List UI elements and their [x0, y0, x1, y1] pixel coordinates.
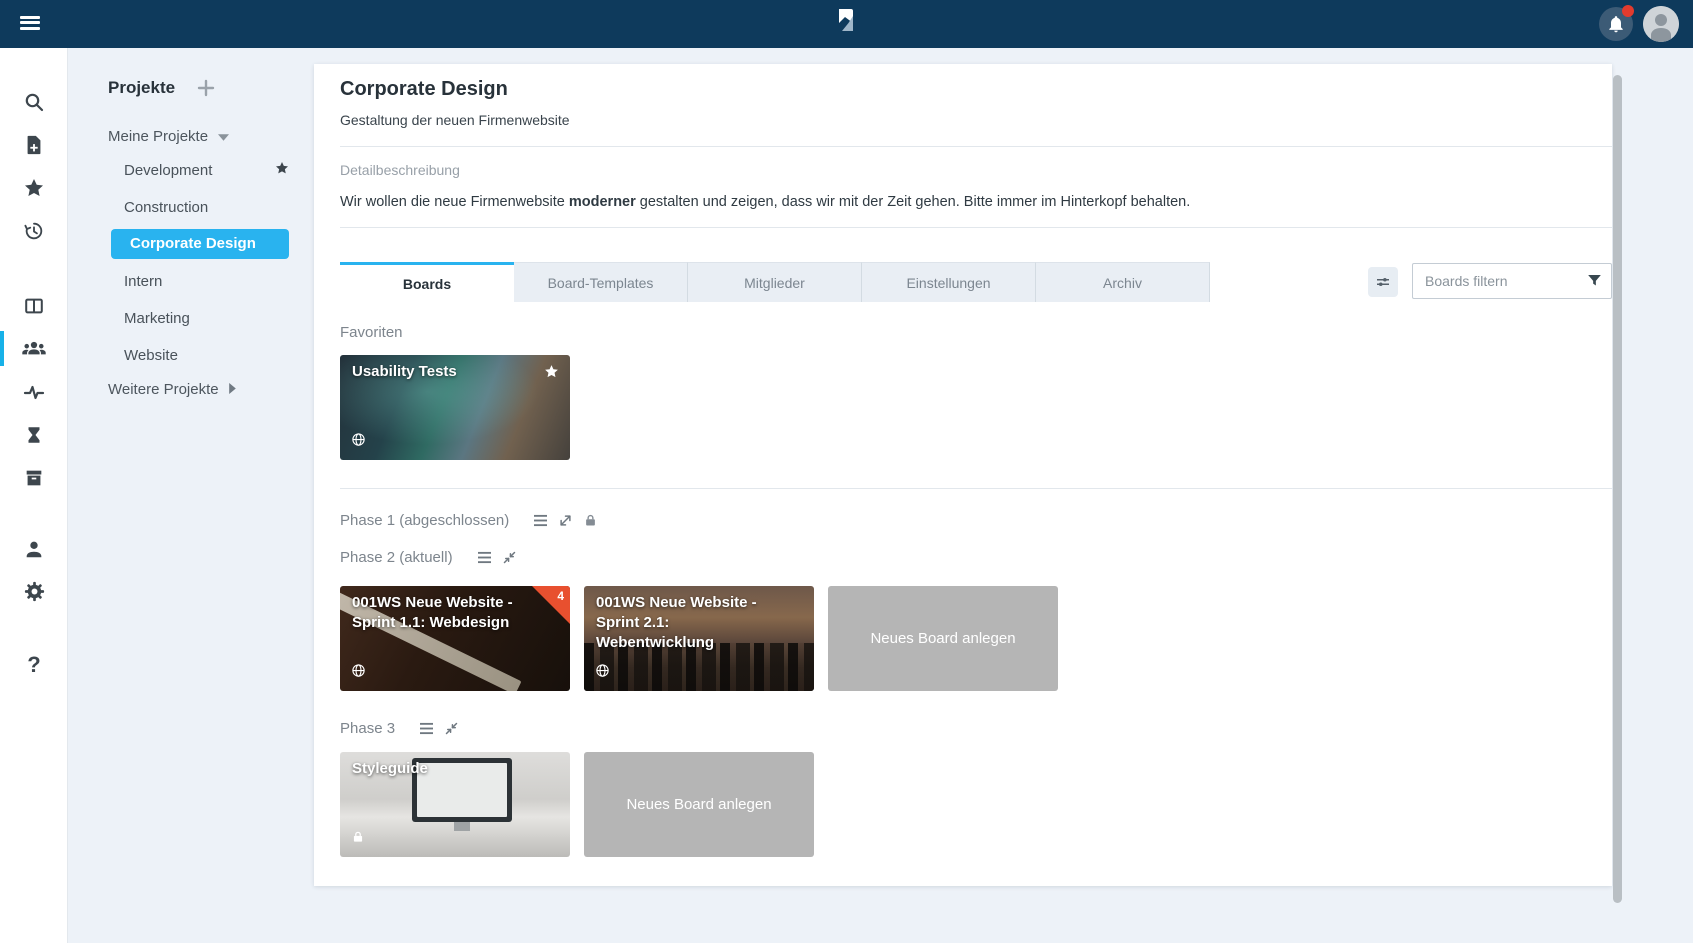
page-title: Corporate Design: [340, 76, 1612, 102]
project-item-corporate-design[interactable]: Corporate Design: [68, 229, 300, 259]
members-icon[interactable]: [0, 327, 68, 370]
phase-1-header: Phase 1 (abgeschlossen): [340, 510, 1612, 530]
activity-pulse-icon[interactable]: [0, 370, 68, 413]
profile-icon[interactable]: [0, 527, 68, 570]
help-icon[interactable]: ?: [0, 643, 68, 686]
user-avatar[interactable]: [1643, 6, 1679, 42]
phase-label: Phase 3: [340, 720, 395, 737]
phase-label: Phase 2 (aktuell): [340, 549, 453, 566]
boards-icon[interactable]: [0, 284, 68, 327]
board-card-usability-tests[interactable]: Usability Tests: [340, 355, 570, 460]
menu-icon[interactable]: [477, 551, 492, 564]
project-item-intern[interactable]: Intern: [68, 266, 300, 296]
favorite-star-icon[interactable]: [274, 160, 290, 180]
divider: [340, 488, 1612, 489]
menu-icon[interactable]: [533, 514, 548, 527]
chevron-down-icon: [218, 128, 229, 145]
phase-3-header: Phase 3: [340, 718, 1612, 738]
project-description: Wir wollen die neue Firmenwebsite modern…: [340, 193, 1612, 211]
project-group-weitere-projekte[interactable]: Weitere Projekte: [108, 378, 318, 400]
hamburger-menu-icon[interactable]: [20, 13, 42, 35]
app-logo-icon[interactable]: [832, 7, 860, 41]
boards-filter-input[interactable]: [1412, 263, 1612, 299]
project-item-website[interactable]: Website: [68, 340, 300, 370]
settings-gear-icon[interactable]: [0, 570, 68, 613]
tune-icon: [1374, 273, 1392, 291]
notification-badge: [1622, 5, 1634, 17]
lock-icon: [583, 513, 598, 528]
phase-label: Phase 1 (abgeschlossen): [340, 512, 509, 529]
tabs-row: Boards Board-Templates Mitglieder Einste…: [340, 262, 1612, 302]
favorites-star-icon[interactable]: [0, 166, 68, 209]
tab-einstellungen[interactable]: Einstellungen: [862, 262, 1036, 302]
project-item-marketing[interactable]: Marketing: [68, 303, 300, 333]
divider: [340, 146, 1612, 147]
project-item-construction[interactable]: Construction: [68, 192, 300, 222]
active-project-highlight: Corporate Design: [111, 229, 289, 259]
tab-board-templates[interactable]: Board-Templates: [514, 262, 688, 302]
expand-icon[interactable]: [558, 513, 573, 528]
board-card-sprint-2-1[interactable]: 001WS Neue Website - Sprint 2.1: Webentw…: [584, 586, 814, 691]
divider: [340, 227, 1612, 228]
menu-icon[interactable]: [419, 722, 434, 735]
collapse-icon[interactable]: [444, 721, 459, 736]
new-document-icon[interactable]: [0, 123, 68, 166]
detail-description-label: Detailbeschreibung: [340, 162, 1612, 179]
project-item-development[interactable]: Development: [68, 155, 300, 185]
icon-sidebar: ?: [0, 48, 68, 943]
notifications-button[interactable]: [1599, 7, 1633, 41]
card-count-badge: [532, 586, 570, 624]
hourglass-icon[interactable]: [0, 413, 68, 456]
add-project-icon[interactable]: [197, 79, 215, 97]
history-icon[interactable]: [0, 209, 68, 252]
tab-boards[interactable]: Boards: [340, 262, 514, 302]
projects-panel: Projekte Meine Projekte Development Cons…: [68, 48, 318, 400]
favorites-section-label: Favoriten: [340, 324, 1612, 342]
top-bar: [0, 0, 1693, 48]
chevron-right-icon: [229, 381, 236, 398]
project-detail-panel: Corporate Design Gestaltung der neuen Fi…: [314, 64, 1612, 886]
phase-2-header: Phase 2 (aktuell): [340, 547, 1612, 567]
filter-funnel-icon: [1585, 271, 1604, 295]
card-count-value: 4: [557, 589, 564, 603]
archive-icon[interactable]: [0, 456, 68, 499]
avatar-photo: [1643, 6, 1679, 42]
board-card-sprint-1-1[interactable]: 001WS Neue Website - Sprint 1.1: Webdesi…: [340, 586, 570, 691]
collapse-icon[interactable]: [502, 550, 517, 565]
lock-icon: [351, 830, 365, 849]
tab-archiv[interactable]: Archiv: [1036, 262, 1210, 302]
globe-icon: [595, 663, 610, 683]
tab-mitglieder[interactable]: Mitglieder: [688, 262, 862, 302]
new-board-button[interactable]: Neues Board anlegen: [584, 752, 814, 857]
bell-icon: [1606, 14, 1626, 34]
search-icon[interactable]: [0, 80, 68, 123]
view-options-button[interactable]: [1368, 267, 1398, 297]
project-group-meine-projekte[interactable]: Meine Projekte: [108, 125, 318, 147]
board-card-styleguide[interactable]: Styleguide: [340, 752, 570, 857]
favorite-star-icon[interactable]: [543, 363, 560, 385]
page-subtitle: Gestaltung der neuen Firmenwebsite: [340, 111, 1612, 129]
globe-icon: [351, 663, 366, 683]
new-board-button[interactable]: Neues Board anlegen: [828, 586, 1058, 691]
globe-icon: [351, 432, 366, 452]
vertical-scrollbar[interactable]: [1613, 75, 1622, 903]
projects-panel-title: Projekte: [108, 78, 175, 98]
